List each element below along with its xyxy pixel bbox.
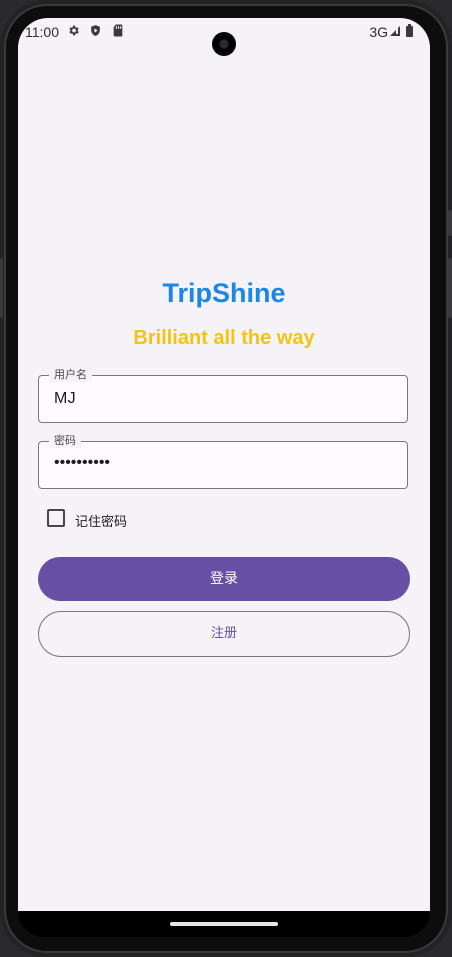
login-button[interactable]: 登录	[38, 557, 410, 601]
status-time: 11:00	[25, 24, 59, 40]
side-button-left	[0, 258, 3, 318]
volume-button	[448, 258, 452, 318]
register-button[interactable]: 注册	[38, 611, 410, 657]
phone-frame: 11:00 3G TripShine Brilliant all the way…	[0, 0, 452, 957]
shield-icon	[89, 24, 102, 40]
front-camera	[212, 32, 236, 56]
gear-icon	[67, 24, 80, 40]
power-button	[448, 210, 452, 236]
password-field[interactable]: 密码 ••••••••••	[38, 434, 408, 489]
app-subtitle: Brilliant all the way	[133, 327, 315, 349]
remember-checkbox[interactable]	[47, 509, 65, 527]
password-label: 密码	[49, 434, 81, 448]
username-label: 用户名	[49, 368, 92, 382]
signal-icon	[390, 26, 400, 36]
username-field[interactable]: 用户名 MJ	[38, 368, 408, 423]
battery-icon	[406, 24, 413, 37]
remember-label: 记住密码	[75, 515, 128, 530]
username-value[interactable]: MJ	[54, 390, 76, 408]
sim-card-icon	[112, 24, 124, 40]
app-title: TripShine	[162, 278, 286, 308]
network-type: 3G	[369, 24, 388, 40]
password-value[interactable]: ••••••••••	[54, 454, 110, 472]
home-indicator[interactable]	[170, 922, 278, 926]
screen: 11:00 3G TripShine Brilliant all the way…	[18, 18, 430, 911]
